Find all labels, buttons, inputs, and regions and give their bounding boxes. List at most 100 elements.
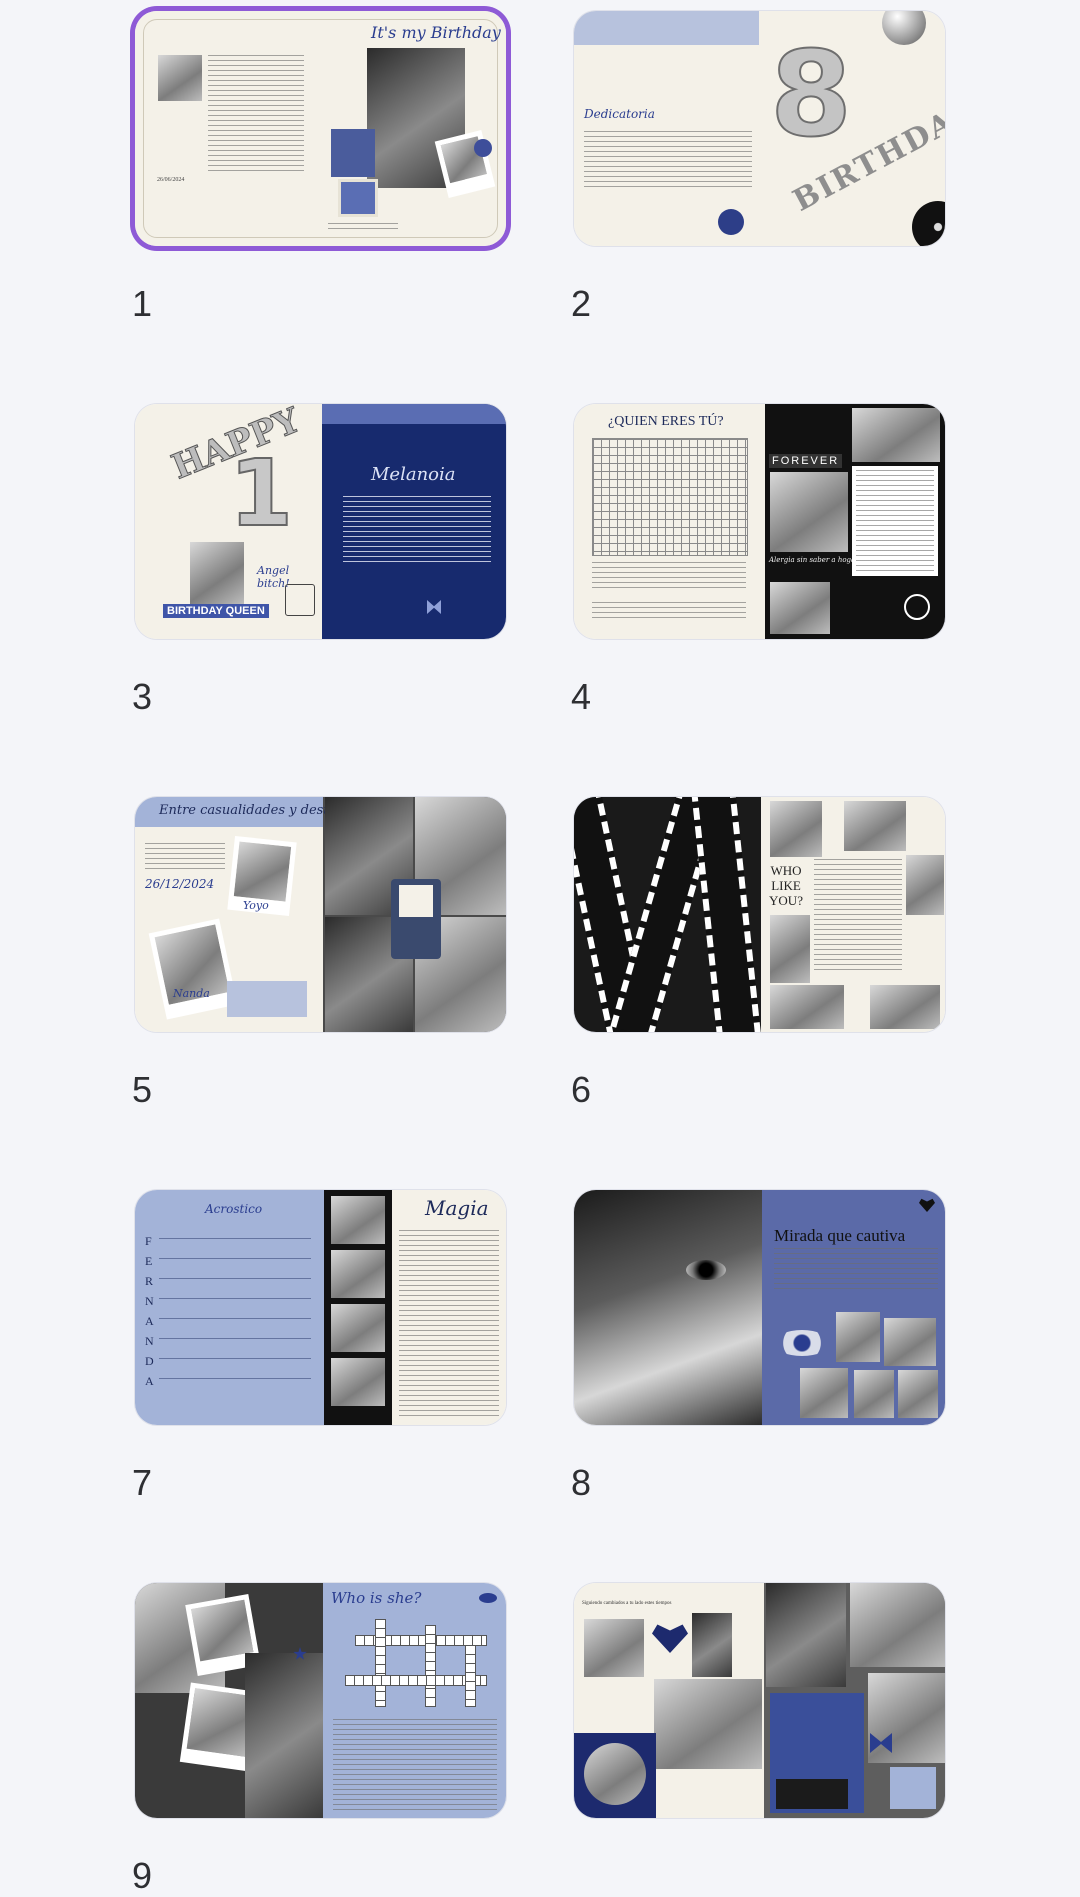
page-5-title: Entre casualidades y destino	[159, 803, 349, 818]
page-3-title: Melanoia	[371, 464, 456, 485]
page-thumbnail-3[interactable]: HAPPY 1 Angel bitch! BIRTHDAY QUEEN Mela…	[135, 404, 506, 639]
page-thumbnail-7[interactable]: Acrostico F E R N A N D A Magia	[135, 1190, 506, 1425]
page-9-clues	[333, 1719, 497, 1811]
page-number-9: 9	[132, 1855, 153, 1896]
page-10-photo-b	[692, 1613, 732, 1677]
page-8-photo-a	[836, 1312, 880, 1362]
page-7-film-photo-a	[331, 1196, 385, 1244]
page-6-photo-f	[870, 985, 940, 1029]
page-1-caption	[328, 223, 398, 233]
page-10-collage-b	[850, 1583, 945, 1667]
page-1-collage-photo	[331, 129, 375, 177]
page-4-word-search	[592, 438, 748, 556]
page-number-6: 6	[571, 1069, 592, 1110]
page-8-title: Mirada que cautiva	[774, 1226, 906, 1245]
page-2-body-text	[584, 131, 752, 189]
page-thumbnail-4[interactable]: ¿QUIEN ERES TÚ? FOREVER Alergia sin sabe…	[574, 404, 945, 639]
page-4-text-box-lines	[856, 470, 934, 572]
page-8-photo-d	[854, 1370, 894, 1418]
page-number-2: 2	[571, 283, 592, 324]
page-4-banner: FOREVER	[769, 454, 843, 468]
page-2-title: Dedicatoria	[584, 107, 655, 121]
page-9-crossword	[335, 1615, 495, 1715]
page-thumbnail-8[interactable]: Mirada que cautiva	[574, 1190, 945, 1425]
page-4-caption: Alergia sin saber a hogar	[769, 556, 859, 564]
page-8-photo-c	[800, 1368, 848, 1418]
lips-icon	[479, 1593, 497, 1603]
page-5-name-b: Nanda	[173, 987, 210, 1000]
page-8-photo-b	[884, 1318, 936, 1366]
page-number-5: 5	[132, 1069, 153, 1110]
page-8-photo-e	[898, 1370, 938, 1418]
page-7-body-text	[399, 1230, 499, 1418]
page-number-4: 4	[571, 676, 592, 717]
page-6-photo-b	[844, 801, 906, 851]
heart-icon	[904, 594, 930, 620]
page-4-photo-bottom	[770, 582, 830, 634]
page-5-quote-box	[227, 981, 307, 1017]
page-number-8: 8	[571, 1462, 592, 1503]
page-3-big-number: 1	[228, 440, 294, 547]
page-5-name-a: Yoyo	[243, 899, 269, 912]
page-thumbnail-2[interactable]: Dedicatoria 8 BIRTHDAY	[574, 11, 945, 246]
page-10-heading: Siguiendo cambiados a tu lado estes tiem…	[582, 1601, 672, 1606]
page-thumbnail-5[interactable]: Entre casualidades y destino 26/12/2024 …	[135, 797, 506, 1032]
page-4-answer-lines	[592, 602, 746, 618]
page-6-photo-d	[906, 855, 944, 915]
page-10-round-photo	[584, 1743, 646, 1805]
page-10-collage-a	[766, 1583, 846, 1687]
page-8-body-text	[774, 1248, 938, 1290]
page-7-title: Acrostico	[205, 1202, 263, 1216]
page-10-collage-c	[868, 1673, 945, 1763]
page-6-photo-a	[770, 801, 822, 857]
page-7-acrostic-lines	[159, 1238, 311, 1390]
page-1-body-text	[208, 55, 304, 173]
page-1-date: 26/06/2024	[157, 177, 185, 183]
page-6-title: WHO LIKE YOU?	[769, 863, 803, 908]
page-thumbnail-6[interactable]: WHO LIKE YOU?	[574, 797, 945, 1032]
page-7-film-photo-d	[331, 1358, 385, 1406]
page-thumbnail-9[interactable]: Who is she?	[135, 1583, 506, 1818]
page-1-flower-stamp	[338, 179, 378, 217]
page-4-group-photo	[770, 472, 848, 552]
page-thumbnail-1[interactable]: It's my Birthday 26/06/2024	[135, 11, 506, 246]
page-1-portrait-small	[158, 55, 202, 101]
page-6-body-text	[814, 859, 902, 973]
page-10-photo-c	[654, 1679, 762, 1769]
page-3-body-text	[343, 496, 491, 566]
page-4-title: ¿QUIEN ERES TÚ?	[608, 414, 724, 429]
page-5-album-cover	[399, 885, 433, 917]
page-2-blue-flower	[718, 209, 744, 235]
page-4-photo-top	[852, 408, 940, 462]
page-2-torn-paper	[574, 11, 759, 45]
page-8-eye	[686, 1260, 726, 1280]
page-10-photo-a	[584, 1619, 644, 1677]
page-number-7: 7	[132, 1462, 153, 1503]
flower-icon	[474, 139, 492, 157]
page-9-photo-b	[245, 1653, 323, 1818]
page-3-child-photo	[190, 542, 244, 604]
page-10-note-box	[890, 1767, 936, 1809]
page-8-eye-sketch	[774, 1330, 830, 1356]
page-5-body-text	[145, 843, 225, 871]
page-10-song-card	[776, 1779, 848, 1809]
page-thumbnail-10[interactable]: Siguiendo cambiados a tu lado estes tiem…	[574, 1583, 945, 1818]
page-5-date: 26/12/2024	[145, 877, 215, 891]
page-7-film-photo-b	[331, 1250, 385, 1298]
page-7-title-2: Magia	[425, 1196, 489, 1220]
page-6-photo-c	[770, 915, 810, 983]
page-8-close-up-photo	[574, 1190, 762, 1425]
page-6-photo-e	[770, 985, 844, 1029]
page-number-1: 1	[132, 283, 153, 324]
page-3-torn-edge	[322, 404, 506, 424]
page-number-3: 3	[132, 676, 153, 717]
page-2-background	[574, 11, 945, 246]
page-3-badge: BIRTHDAY QUEEN	[163, 604, 269, 618]
page-4-word-list	[592, 562, 746, 588]
page-9-title: Who is she?	[331, 1589, 422, 1607]
page-7-film-photo-c	[331, 1304, 385, 1352]
page-3-cake-sketch	[285, 584, 315, 616]
page-1-title: It's my Birthday	[371, 23, 501, 42]
page-2-big-number: 8	[769, 25, 853, 163]
page-thumbnail-grid: It's my Birthday 26/06/2024 1 Dedicatori…	[0, 0, 1080, 1896]
